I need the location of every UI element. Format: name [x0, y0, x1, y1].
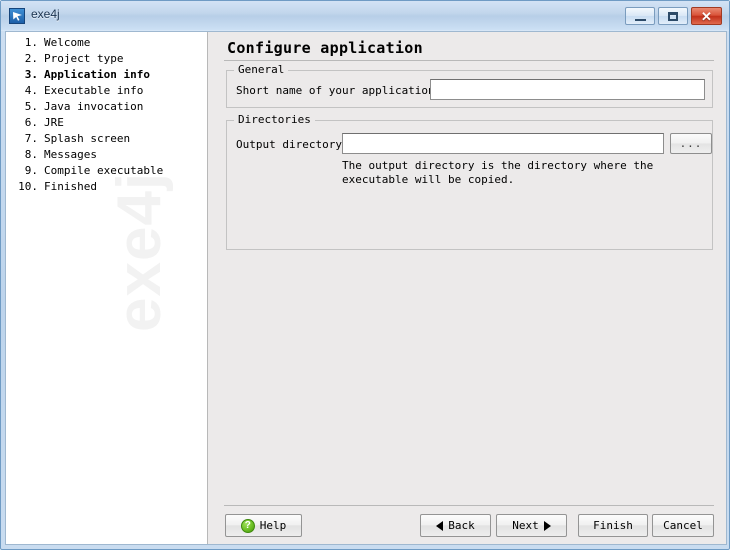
- step-label: Project type: [44, 52, 124, 65]
- next-button-label: Next: [512, 519, 539, 532]
- step-label: Executable info: [44, 84, 144, 97]
- step-number: 10.: [18, 180, 38, 193]
- short-name-input[interactable]: [430, 79, 705, 100]
- step-label: Application info: [44, 68, 150, 81]
- browse-directory-button[interactable]: ...: [670, 133, 712, 154]
- cancel-button[interactable]: Cancel: [652, 514, 714, 537]
- output-directory-label: Output directory:: [236, 138, 349, 151]
- close-button[interactable]: ✕: [691, 7, 722, 25]
- step-number: 5.: [24, 100, 38, 113]
- sidebar-step-project-type[interactable]: 2. Project type: [6, 51, 207, 67]
- wizard-step-sidebar: 1. Welcome 2. Project type 3. Application inf…: [6, 32, 208, 544]
- sidebar-step-welcome[interactable]: 1. Welcome: [6, 35, 207, 51]
- step-number: 2.: [24, 52, 38, 65]
- content-panel: Configure application General Short name…: [209, 32, 726, 544]
- help-button-label: Help: [259, 519, 287, 532]
- button-bar-separator: [224, 505, 714, 506]
- arrow-right-icon: [543, 520, 551, 531]
- minimize-icon: [626, 8, 654, 24]
- output-directory-input[interactable]: [342, 133, 664, 154]
- finish-button-label: Finish: [593, 519, 633, 532]
- step-number: 3.: [24, 68, 38, 81]
- step-number: 4.: [24, 84, 38, 97]
- client-area: 1. Welcome 2. Project type 3. Application inf…: [5, 31, 727, 545]
- app-icon: [9, 8, 25, 24]
- finish-button[interactable]: Finish: [578, 514, 648, 537]
- cancel-button-label: Cancel: [663, 519, 703, 532]
- next-button[interactable]: Next: [496, 514, 567, 537]
- step-number: 8.: [24, 148, 38, 161]
- sidebar-step-executable-info[interactable]: 4. Executable info: [6, 83, 207, 99]
- step-label: Messages: [44, 148, 97, 161]
- watermark-logo: exe4j: [105, 171, 174, 332]
- general-group-legend: General: [234, 63, 289, 76]
- application-window: exe4j ✕ 1. Welcome 2. Project type 3. Applica…: [0, 0, 730, 550]
- back-button-label: Back: [448, 519, 475, 532]
- directories-group-legend: Directories: [234, 113, 315, 126]
- general-group: General Short name of your application:: [226, 63, 713, 108]
- step-number: 6.: [24, 116, 38, 129]
- minimize-button[interactable]: [625, 7, 655, 25]
- step-label: Welcome: [44, 36, 91, 49]
- step-label: Finished: [44, 180, 97, 193]
- step-number: 9.: [24, 164, 38, 177]
- close-icon: ✕: [701, 8, 712, 24]
- title-bar: exe4j ✕: [1, 1, 729, 31]
- window-title: exe4j: [31, 7, 60, 21]
- maximize-icon: [659, 8, 687, 24]
- page-title: Configure application: [227, 39, 423, 57]
- step-number: 1.: [24, 36, 38, 49]
- help-button[interactable]: ? Help: [225, 514, 302, 537]
- directories-group: Directories Output directory: ... The ou…: [226, 113, 713, 250]
- short-name-label: Short name of your application:: [236, 84, 442, 97]
- maximize-button[interactable]: [658, 7, 688, 25]
- back-button[interactable]: Back: [420, 514, 491, 537]
- title-separator: [224, 60, 714, 61]
- help-icon: ?: [240, 518, 255, 533]
- step-label: JRE: [44, 116, 64, 129]
- sidebar-step-application-info[interactable]: 3. Application info: [6, 67, 207, 83]
- step-number: 7.: [24, 132, 38, 145]
- output-directory-hint: The output directory is the directory wh…: [342, 159, 654, 186]
- arrow-left-icon: [436, 520, 444, 531]
